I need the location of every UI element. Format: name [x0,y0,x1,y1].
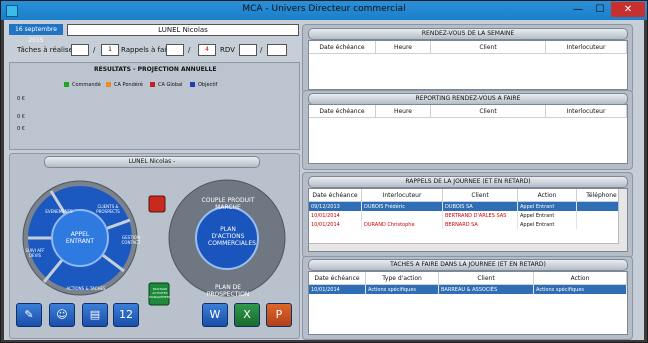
col-date[interactable]: Date échéance [309,41,376,54]
printer-icon[interactable]: ▤ [82,303,108,327]
cell-date: 10/01/2014 [309,220,362,229]
powerpoint-icon[interactable]: P [266,303,292,327]
red-chart-icon[interactable] [148,195,166,213]
wrench-icon[interactable]: ✎ [16,303,42,327]
app-window: MCA - Univers Directeur commercial — ☐ ✕… [0,0,648,343]
legend-commande: Commandé [64,82,101,88]
date-badge: 16 septembre 2015 [9,24,63,44]
couple-produit-label[interactable]: COUPLE PRODUIT MARCHE [200,197,256,211]
col-date[interactable]: Date échéance [309,272,366,285]
calendar-icon[interactable]: 12 [113,303,139,327]
cell-action: Actions spécifiques [533,284,627,294]
taches-count-a[interactable] [71,44,89,56]
rappels-count-b[interactable]: 4 [198,44,216,56]
col-type-action[interactable]: Type d'action [365,272,439,285]
cell-type-action: Actions spécifiques [365,284,439,294]
user-name-field: LUNEL Nicolas [67,24,299,36]
rdv-semaine-title: RENDEZ-VOUS DE LA SEMAINE [308,28,628,40]
cell-date: 10/01/2014 [309,284,366,294]
plan-prospection-label[interactable]: PLAN DE PROSPECTION [200,284,256,298]
cell-action: Appel Entrant [517,201,577,211]
nav-user-header: LUNEL Nicolas - [44,156,260,168]
table-row[interactable]: 10/01/2014 BERTRAND D'ARLES SAS Appel En… [309,211,627,220]
wheel-label-gestion-contact[interactable]: GESTION CONTACT [114,235,148,245]
col-action[interactable]: Action [533,272,627,285]
cell-interlocuteur [361,211,443,220]
wheel-label-evenements[interactable]: EVENEMENTS [39,209,79,214]
excel-icon[interactable]: X [234,303,260,327]
legend-ca-global: CA Global [150,82,182,88]
cell-interlocuteur: DUBOIS Frédéric [361,201,443,211]
cell-action: Appel Entrant [517,220,577,229]
results-panel [9,62,300,150]
rappels-table[interactable]: Date échéance Interlocuteur Client Actio… [308,188,628,252]
wheel-label-suivi[interactable]: SUIVI AFF DEVIS [24,248,46,258]
taches-count-b[interactable]: 1 [101,44,119,56]
col-client[interactable]: Client [430,105,546,118]
results-title: RESULTATS - PROJECTION ANNUELLE [94,66,217,73]
cell-client: BERTRAND D'ARLES SAS [442,211,518,220]
reporting-table[interactable]: Date échéance Heure Client Interlocuteur [308,104,628,164]
cell-date: 09/12/2013 [309,201,362,211]
col-interlocuteur[interactable]: Interlocuteur [361,189,443,202]
table-row[interactable]: 10/01/2014 Actions spécifiques BARREAU &… [309,284,627,294]
rdv-count-a[interactable] [239,44,257,56]
col-action[interactable]: Action [517,189,577,202]
axis-tick-bottom: 0 € [17,126,25,132]
col-date[interactable]: Date échéance [309,105,376,118]
wheel-label-actions-taches[interactable]: ACTIONS & TACHES [66,286,106,291]
appel-entrant-label[interactable]: APPEL ENTRANT [61,231,99,245]
cell-client: BERNARD SA [442,220,518,229]
taches-label: Tâches à réaliser [17,46,76,54]
axis-tick-top: 0 € [17,96,25,102]
table-row[interactable]: 09/12/2013 DUBOIS Frédéric DUBOIS SA App… [309,201,627,211]
pilot-label[interactable]: PILOTAGE ACTIVITES MANAGEMENT [148,287,172,299]
legend-ca-pondere: CA Pondéré [106,82,143,88]
calendar-day: 12 [119,308,133,321]
legend-objectif: Objectif [190,82,217,88]
col-client[interactable]: Client [442,189,518,202]
rappels-title: RAPPELS DE LA JOURNEE (ET EN RETARD) [308,176,628,188]
rappels-vscroll[interactable] [618,189,627,251]
rdv-count-b[interactable] [267,44,287,56]
col-heure[interactable]: Heure [375,105,431,118]
rappels-sep: / [188,46,191,54]
rappels-hscroll[interactable] [309,243,619,251]
client-area: 16 septembre 2015 LUNEL Nicolas Tâches à… [4,20,644,340]
word-icon[interactable]: W [202,303,228,327]
rdv-semaine-table[interactable]: Date échéance Heure Client Interlocuteur [308,40,628,90]
table-row[interactable]: 10/01/2014 DURAND Christophe BERNARD SA … [309,220,627,229]
taches-table[interactable]: Date échéance Type d'action Client Actio… [308,271,628,335]
rdv-sep: / [260,46,263,54]
cell-client: DUBOIS SA [442,201,518,211]
close-button[interactable]: ✕ [611,2,645,17]
col-date[interactable]: Date échéance [309,189,362,202]
cell-interlocuteur: DURAND Christophe [361,220,443,229]
minimize-button[interactable]: — [567,2,589,17]
rdv-label: RDV [220,46,235,54]
col-interlocuteur[interactable]: Interlocuteur [545,105,627,118]
rappels-count-a[interactable] [166,44,184,56]
plan-actions-label[interactable]: PLAN D'ACTIONS COMMERCIALES [208,226,256,247]
col-client[interactable]: Client [430,41,546,54]
col-heure[interactable]: Heure [375,41,431,54]
cell-action: Appel Entrant [517,211,577,220]
col-interlocuteur[interactable]: Interlocuteur [545,41,627,54]
taches-title: TACHES A FAIRE DANS LA JOURNEE (ET EN RE… [308,259,628,271]
cell-date: 10/01/2014 [309,211,362,220]
title-bar: MCA - Univers Directeur commercial — ☐ ✕ [1,1,647,20]
users-icon[interactable]: ☺ [49,303,75,327]
axis-tick-mid: 0 € [17,114,25,120]
wheel-label-clients[interactable]: CLIENTS & PROSPECTS [88,204,128,214]
window-title: MCA - Univers Directeur commercial [242,4,406,14]
col-client[interactable]: Client [438,272,534,285]
taches-sep: / [93,46,96,54]
cell-client: BARREAU & ASSOCIÉS [438,284,534,294]
maximize-button[interactable]: ☐ [589,2,611,17]
